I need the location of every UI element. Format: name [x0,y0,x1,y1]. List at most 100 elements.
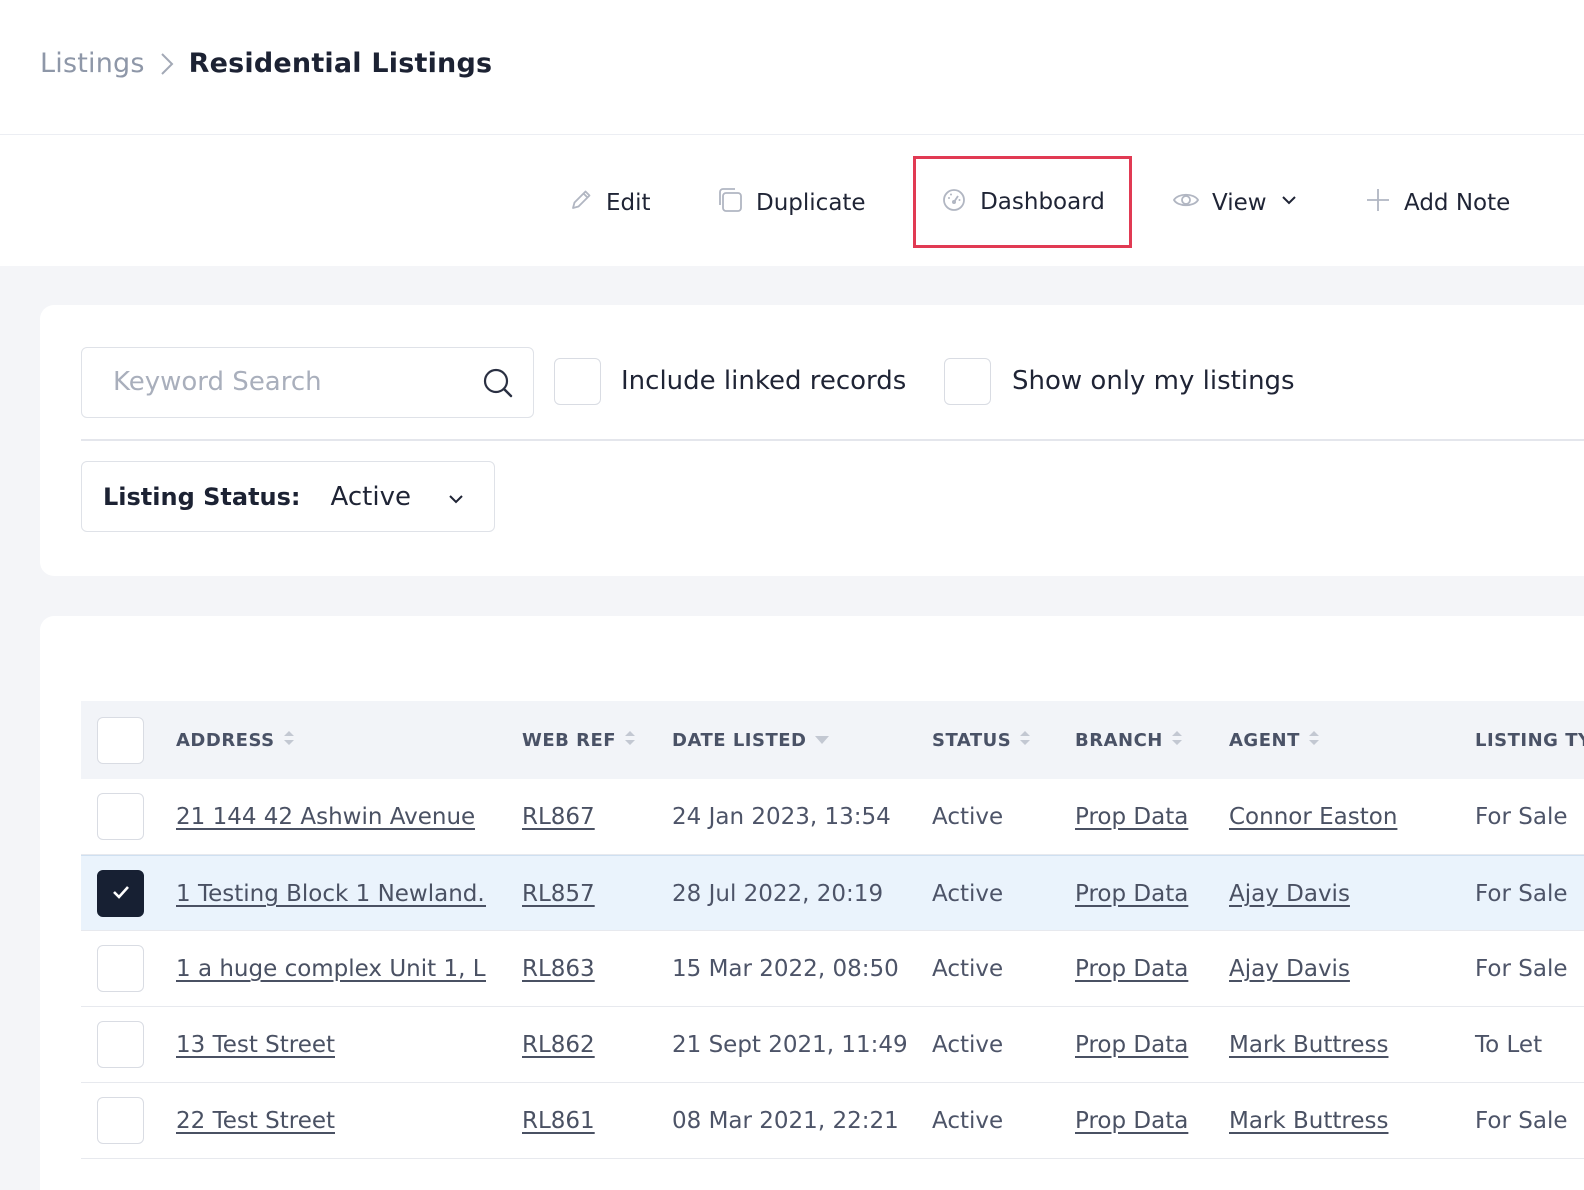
column-header-address[interactable]: ADDRESS [176,701,295,779]
row-checkbox[interactable] [97,870,144,917]
sort-icon [624,729,636,752]
column-header-agent-label: AGENT [1229,729,1300,751]
address-link[interactable]: 13 Test Street [176,1007,335,1083]
checkmark-icon [112,884,130,903]
keyword-search-input[interactable] [82,348,472,416]
agent-link[interactable]: Mark Buttress [1229,1083,1388,1159]
status-text: Active [932,804,1004,830]
table-row[interactable]: 1 Testing Block 1 Newland... RL857 28 Ju… [81,855,1584,931]
sort-icon [1308,729,1320,752]
dashboard-gauge-icon [940,185,968,219]
column-header-listing-type-label: LISTING TY [1475,729,1584,751]
column-header-date-listed[interactable]: DATE LISTED [672,701,830,779]
chevron-down-icon [1279,190,1299,216]
address-link[interactable]: 1 a huge complex Unit 1, L... [176,931,486,1007]
page-title: Residential Listings [188,48,493,79]
column-header-date-listed-label: DATE LISTED [672,729,807,751]
agent-link[interactable]: Connor Easton [1229,779,1397,855]
agent-link[interactable]: Ajay Davis [1229,931,1350,1007]
listing-status-select[interactable]: Listing Status: Active [81,461,495,532]
listings-table-panel: ADDRESS WEB REF DATE LISTED STATUS BRANC… [40,616,1584,1190]
filters-panel: Include linked records Show only my list… [40,305,1584,576]
pencil-icon [568,187,594,219]
duplicate-button[interactable]: Duplicate [716,157,866,249]
status-text: Active [932,881,1004,907]
view-dropdown[interactable]: View [1172,157,1299,249]
table-row[interactable]: 13 Test Street RL862 21 Sept 2021, 11:49… [81,1007,1584,1083]
filters-divider [81,439,1584,441]
listing-type: For Sale [1475,956,1568,982]
edit-label: Edit [606,190,651,216]
table-row[interactable]: 1 a huge complex Unit 1, L... RL863 15 M… [81,931,1584,1007]
column-header-web-ref[interactable]: WEB REF [522,701,636,779]
duplicate-label: Duplicate [756,190,866,216]
date-listed: 15 Mar 2022, 08:50 [672,956,899,982]
row-checkbox[interactable] [97,793,144,840]
listing-status-value: Active [330,481,411,512]
search-icon[interactable] [481,366,515,404]
include-linked-label: Include linked records [621,366,907,396]
branch-link[interactable]: Prop Data [1075,1083,1188,1159]
column-header-branch[interactable]: BRANCH [1075,701,1183,779]
branch-link[interactable]: Prop Data [1075,779,1188,855]
branch-link[interactable]: Prop Data [1075,856,1188,932]
agent-link[interactable]: Ajay Davis [1229,856,1350,932]
chevron-down-icon [446,489,466,513]
web-ref-link[interactable]: RL861 [522,1083,595,1159]
keyword-search-box [81,347,534,418]
address-link[interactable]: 22 Test Street [176,1083,335,1159]
column-header-agent[interactable]: AGENT [1229,701,1320,779]
plus-icon [1364,186,1392,220]
column-header-status-label: STATUS [932,729,1012,751]
branch-link[interactable]: Prop Data [1075,931,1188,1007]
add-note-button[interactable]: Add Note [1364,157,1510,249]
status-text: Active [932,956,1004,982]
table-header: ADDRESS WEB REF DATE LISTED STATUS BRANC… [81,701,1584,779]
eye-icon [1172,186,1200,220]
view-label: View [1212,190,1267,216]
only-my-listings-label: Show only my listings [1012,366,1295,396]
only-my-listings-checkbox[interactable] [944,358,991,405]
listings-table: ADDRESS WEB REF DATE LISTED STATUS BRANC… [81,701,1584,1159]
sort-descending-icon [814,730,830,751]
add-note-label: Add Note [1404,190,1511,216]
dashboard-label: Dashboard [980,189,1105,215]
sort-icon [1019,729,1031,752]
branch-link[interactable]: Prop Data [1075,1007,1188,1083]
sort-icon [283,729,295,752]
listing-type: For Sale [1475,881,1568,907]
action-toolbar: Edit Duplicate Dashboard View Add Note [0,134,1584,266]
row-checkbox[interactable] [97,945,144,992]
web-ref-link[interactable]: RL862 [522,1007,595,1083]
web-ref-link[interactable]: RL867 [522,779,595,855]
row-checkbox[interactable] [97,1097,144,1144]
table-row[interactable]: 22 Test Street RL861 08 Mar 2021, 22:21 … [81,1083,1584,1159]
include-linked-checkbox[interactable] [554,358,601,405]
table-row[interactable]: 21 144 42 Ashwin Avenue RL867 24 Jan 202… [81,779,1584,855]
breadcrumb-listings-link[interactable]: Listings [40,48,145,79]
listing-status-label: Listing Status: [103,482,301,511]
column-header-branch-label: BRANCH [1075,729,1163,751]
copy-icon [716,186,744,220]
sort-icon [1171,729,1183,752]
select-all-checkbox[interactable] [97,717,144,764]
listing-type: To Let [1475,1032,1543,1058]
page-header: Listings Residential Listings [0,0,1584,134]
breadcrumb: Listings Residential Listings [40,48,492,79]
date-listed: 08 Mar 2021, 22:21 [672,1108,899,1134]
date-listed: 24 Jan 2023, 13:54 [672,804,891,830]
row-checkbox[interactable] [97,1021,144,1068]
edit-button[interactable]: Edit [568,157,651,249]
column-header-address-label: ADDRESS [176,729,275,751]
date-listed: 28 Jul 2022, 20:19 [672,881,884,907]
web-ref-link[interactable]: RL863 [522,931,595,1007]
web-ref-link[interactable]: RL857 [522,856,595,932]
listing-type: For Sale [1475,804,1568,830]
address-link[interactable]: 1 Testing Block 1 Newland... [176,856,486,932]
column-header-status[interactable]: STATUS [932,701,1031,779]
column-header-listing-type[interactable]: LISTING TY [1475,701,1584,779]
status-text: Active [932,1032,1004,1058]
dashboard-button[interactable]: Dashboard [913,156,1132,248]
agent-link[interactable]: Mark Buttress [1229,1007,1388,1083]
address-link[interactable]: 21 144 42 Ashwin Avenue [176,779,475,855]
